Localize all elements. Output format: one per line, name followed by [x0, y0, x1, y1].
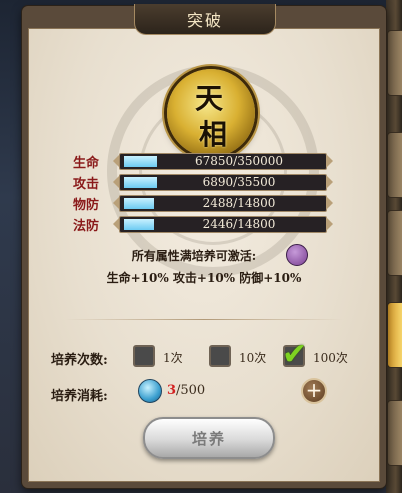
activation-notice: 所有属性满培养可激活: [131, 249, 257, 263]
checkbox-10x[interactable] [209, 345, 231, 367]
stat-row-magic-def: 法防 2446/14800 [73, 216, 363, 234]
breakthrough-panel: 天 相 生命 67850/350000 攻击 6890/35500 物防 248… [22, 4, 386, 488]
emblem-char-2: 相 [199, 118, 228, 151]
stat-bar-fill [124, 219, 154, 230]
bar-cap-right [326, 196, 333, 210]
stat-bar-fill [124, 177, 157, 188]
side-tab[interactable] [387, 30, 402, 96]
option-label: 100次 [313, 351, 348, 365]
side-tab[interactable] [387, 132, 402, 198]
stat-label: 攻击 [73, 177, 100, 192]
stat-bar: 67850/350000 [119, 153, 327, 170]
activation-bonus: 生命+10% 攻击+10% 防御+10% [106, 271, 302, 285]
stat-bar: 6890/35500 [119, 174, 327, 191]
stat-row-phys-def: 物防 2488/14800 [73, 195, 363, 213]
train-button[interactable]: 培养 [143, 417, 275, 459]
side-tab[interactable] [387, 210, 402, 276]
side-tab[interactable] [387, 400, 402, 466]
rank-emblem: 天 相 [167, 69, 255, 157]
train-button-label: 培养 [191, 429, 226, 448]
divider [65, 319, 343, 320]
panel-body: 天 相 生命 67850/350000 攻击 6890/35500 物防 248… [28, 28, 380, 482]
bar-cap-right [326, 154, 333, 168]
cost-need: /500 [176, 383, 206, 398]
stat-value: 2488/14800 [202, 196, 276, 210]
checkbox-100x[interactable]: ✔ [282, 337, 307, 372]
train-cost-label: 培养消耗: [51, 389, 108, 404]
plus-icon[interactable]: + [301, 378, 327, 404]
cost-have: 3 [167, 383, 177, 398]
checkbox-1x[interactable] [133, 345, 155, 367]
stat-bar-fill [124, 198, 154, 209]
check-icon: ✔ [282, 337, 308, 372]
stat-bar-fill [124, 156, 157, 167]
title-banner: 突破 [134, 4, 276, 35]
stat-value: 67850/350000 [194, 154, 284, 168]
magnifier-icon[interactable] [286, 244, 308, 266]
stat-row-attack: 攻击 6890/35500 [73, 174, 363, 192]
option-label: 1次 [163, 351, 183, 365]
side-tab-active[interactable] [387, 302, 402, 368]
stat-value: 2446/14800 [202, 217, 276, 231]
option-label: 10次 [239, 351, 267, 365]
pill-icon [138, 379, 162, 403]
bar-cap-right [326, 217, 333, 231]
train-count-label: 培养次数: [51, 353, 108, 368]
stat-bar: 2446/14800 [119, 216, 327, 233]
bar-cap-right [326, 175, 333, 189]
emblem-char-1: 天 [195, 82, 224, 115]
stat-label: 法防 [73, 219, 100, 234]
stat-label: 生命 [73, 156, 100, 171]
stat-label: 物防 [73, 198, 100, 213]
stat-value: 6890/35500 [202, 175, 276, 189]
stat-bar: 2488/14800 [119, 195, 327, 212]
stat-row-hp: 生命 67850/350000 [73, 153, 363, 171]
game-scene: 天 相 生命 67850/350000 攻击 6890/35500 物防 248… [0, 0, 402, 493]
page-title: 突破 [186, 11, 223, 30]
